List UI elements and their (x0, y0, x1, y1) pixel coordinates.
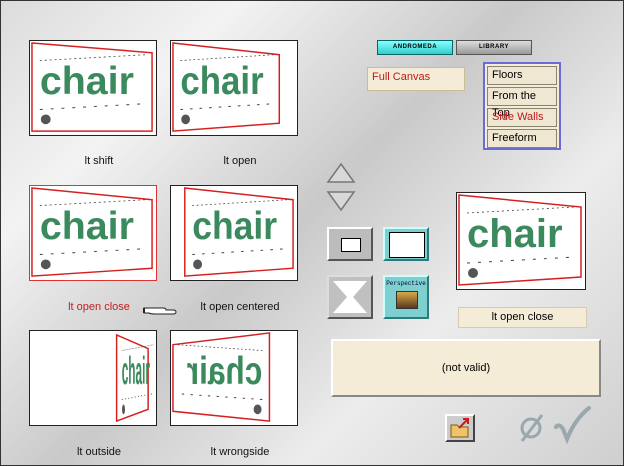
arrow-up-button[interactable] (326, 162, 356, 184)
perspective-button[interactable]: Perspective (383, 275, 429, 319)
thumbnail-lt-open-close[interactable]: chair (29, 185, 157, 281)
svg-text:chair: chair (467, 212, 563, 256)
chair-perspective-art: chair (31, 187, 153, 277)
thumbnail-lt-wrongside[interactable]: chair (170, 330, 298, 426)
svg-text:chair: chair (40, 59, 134, 103)
frame-icon (341, 238, 361, 252)
frame-icon (389, 232, 425, 258)
small-frame-button[interactable] (327, 227, 373, 261)
ok-checkmark-icon[interactable] (553, 405, 593, 445)
arrow-down-button[interactable] (326, 190, 356, 212)
menu-item-freeform[interactable]: Freeform (487, 129, 557, 148)
hourglass-transform-button[interactable] (327, 275, 373, 319)
thumbnail-lt-shift[interactable]: chair (29, 40, 157, 136)
status-panel: (not valid) (331, 339, 601, 397)
thumbnail-caption: lt shift (84, 155, 114, 167)
category-selector[interactable]: Full Canvas (367, 67, 465, 91)
thumbnail-caption: lt open centered (200, 301, 280, 313)
arrow-up-icon (326, 162, 356, 183)
thumbnail-caption: lt outside (76, 446, 122, 458)
chair-perspective-art: chair (172, 42, 281, 132)
large-frame-button[interactable] (383, 227, 429, 261)
chair-perspective-art: chair (458, 194, 582, 286)
chair-perspective-art: chair (172, 332, 271, 422)
andromeda-perspective-window: chair lt shift chair lt open chair lt op… (0, 0, 624, 466)
menu-item-side-walls[interactable]: Side Walls (487, 108, 557, 127)
svg-text:chair: chair (122, 350, 150, 393)
chair-perspective-art: chair (184, 187, 294, 277)
svg-text:chair: chair (180, 58, 263, 102)
svg-text:chair: chair (192, 203, 277, 247)
thumbnail-lt-outside[interactable]: chair (29, 330, 157, 426)
thumbnail-lt-open-centered[interactable]: chair (170, 185, 298, 281)
svg-text:chair: chair (187, 349, 263, 393)
arrow-down-icon (326, 191, 356, 212)
menu-item-from-the-top[interactable]: From the Top (487, 87, 557, 119)
perspective-type-menu: Floors From the Top Side Walls Freeform (483, 62, 561, 150)
perspective-image-icon (396, 291, 418, 309)
cancel-icon[interactable] (517, 411, 547, 443)
tab-andromeda[interactable]: ANDROMEDA (377, 40, 453, 55)
menu-item-floors[interactable]: Floors (487, 66, 557, 85)
thumbnail-lt-open[interactable]: chair (170, 40, 298, 136)
perspective-label: Perspective (386, 280, 426, 287)
thumbnail-caption: lt wrongside (210, 446, 270, 458)
preview-name: lt open close (458, 307, 587, 328)
chair-perspective-art: chair (31, 42, 153, 132)
open-folder-button[interactable] (445, 414, 475, 442)
preview-image: chair (456, 192, 586, 290)
chair-perspective-art: chair (115, 333, 154, 423)
thumbnail-caption: lt open (223, 155, 257, 167)
hourglass-icon (329, 277, 371, 317)
folder-icon (450, 418, 469, 438)
svg-text:chair: chair (40, 204, 134, 248)
tab-library[interactable]: LIBRARY (456, 40, 532, 55)
